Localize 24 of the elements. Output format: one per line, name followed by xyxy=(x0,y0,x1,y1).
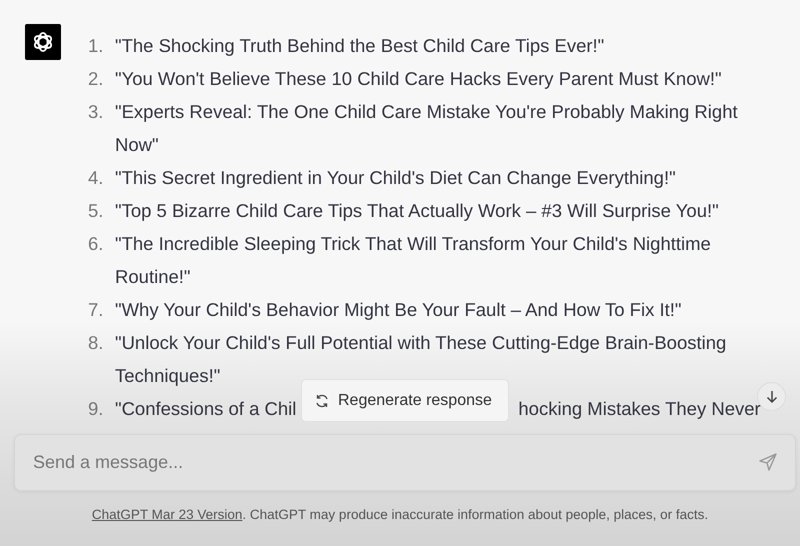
list-number: 3. xyxy=(88,100,104,124)
list-text: "Confessions of a Chil xyxy=(115,397,296,421)
list-number: 9. xyxy=(88,397,104,421)
disclaimer-text: ChatGPT Mar 23 Version. ChatGPT may produce inaccurate information about people, places, or facts. xyxy=(90,507,710,522)
list-text: "The Incredible Sleeping Trick That Will Transform Your Child's Nighttime Routine!" xyxy=(115,232,712,289)
version-link[interactable]: ChatGPT Mar 23 Version xyxy=(92,507,242,522)
refresh-icon xyxy=(314,392,330,408)
logo-icon xyxy=(25,24,61,60)
list-number: 6. xyxy=(88,232,104,256)
list-text: "This Secret Ingredient in Your Child's Diet Can Change Everything!" xyxy=(115,166,677,190)
list-number: 1. xyxy=(88,34,104,58)
list-number: 8. xyxy=(88,331,104,355)
message-field[interactable]: Send a message... xyxy=(14,434,796,491)
list-number: 4. xyxy=(88,166,104,190)
list-number: 5. xyxy=(88,199,104,223)
list-text: "Why Your Child's Behavior Might Be Your Fault – And How To Fix It!" xyxy=(115,298,682,322)
list-text: "Top 5 Bizarre Child Care Tips That Actually Work – #3 Will Surprise You!" xyxy=(115,199,720,223)
list-text: "Experts Reveal: The One Child Care Mistake You're Probably Making Right Now" xyxy=(115,100,739,157)
regenerate-button[interactable]: Regenerate response xyxy=(301,379,509,422)
list-text: hocking Mistakes They Never xyxy=(518,397,761,421)
list-number: 7. xyxy=(88,298,104,322)
list-text: "The Shocking Truth Behind the Best Child Care Tips Ever!" xyxy=(115,34,606,58)
list-number: 2. xyxy=(88,67,104,91)
list-text: "You Won't Believe These 10 Child Care Hacks Every Parent Must Know!" xyxy=(115,67,723,91)
